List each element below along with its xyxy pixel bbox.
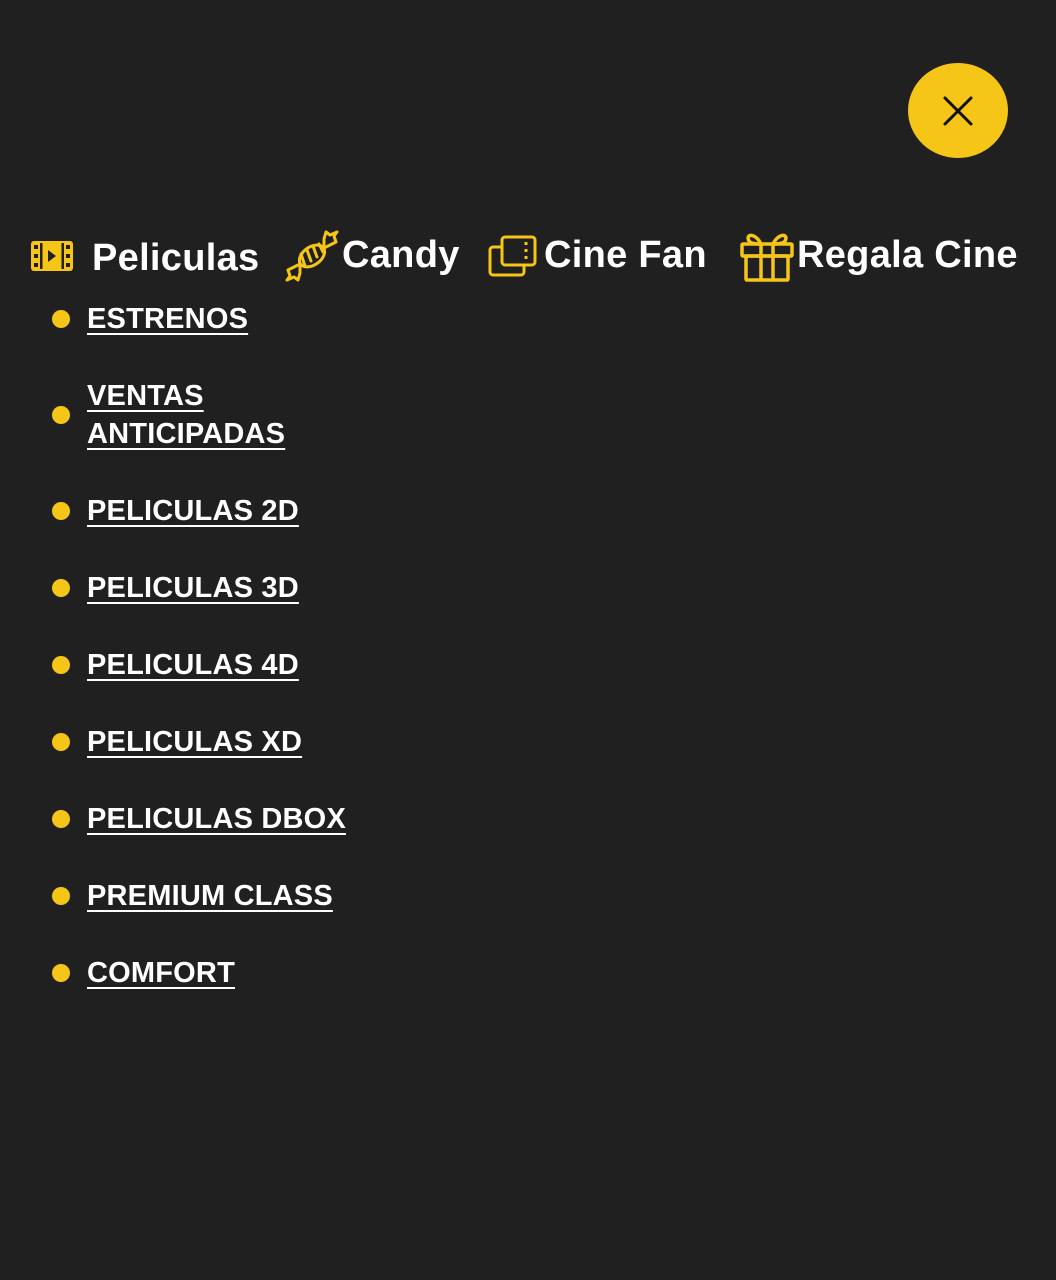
peliculas-submenu: ESTRENOS VENTAS ANTICIPADAS PELICULAS 2D… [50,300,346,1031]
link-peliculas-4d[interactable]: PELICULAS 4D [87,646,299,684]
link-peliculas-2d[interactable]: PELICULAS 2D [87,492,299,530]
main-nav: Peliculas Candy Cine Fan Regala Cine [0,226,1056,286]
film-icon [30,240,74,272]
tab-peliculas[interactable]: Peliculas [30,226,259,286]
tab-regala-cine[interactable]: Regala Cine [739,226,1018,286]
cards-icon [488,235,538,277]
bullet-dot [52,502,70,520]
link-ventas-anticipadas[interactable]: VENTAS ANTICIPADAS [87,377,327,453]
link-peliculas-dbox[interactable]: PELICULAS DBOX [87,800,346,838]
list-item: PELICULAS DBOX [50,800,346,838]
list-item: COMFORT [50,954,346,992]
tab-label: Peliculas [92,236,260,279]
list-item: PELICULAS XD [50,723,346,761]
tab-label: Candy [342,233,460,276]
bullet-dot [52,579,70,597]
close-button[interactable] [908,63,1008,158]
link-peliculas-xd[interactable]: PELICULAS XD [87,723,302,761]
candy-icon [284,230,340,282]
bullet-dot [52,810,70,828]
link-premium-class[interactable]: PREMIUM CLASS [87,877,333,915]
bullet-dot [52,887,70,905]
link-peliculas-3d[interactable]: PELICULAS 3D [87,569,299,607]
list-item: PREMIUM CLASS [50,877,346,915]
bullet-dot [52,406,70,424]
gift-icon [739,230,795,282]
list-item: VENTAS ANTICIPADAS [50,377,346,453]
bullet-dot [52,964,70,982]
tab-candy[interactable]: Candy [284,226,460,286]
bullet-dot [52,733,70,751]
bullet-dot [52,310,70,328]
link-comfort[interactable]: COMFORT [87,954,235,992]
tab-label: Cine Fan [544,233,707,276]
list-item: PELICULAS 2D [50,492,346,530]
bullet-dot [52,656,70,674]
list-item: PELICULAS 3D [50,569,346,607]
list-item: ESTRENOS [50,300,346,338]
tab-label: Regala Cine [797,233,1018,276]
list-item: PELICULAS 4D [50,646,346,684]
link-estrenos[interactable]: ESTRENOS [87,300,248,338]
close-icon [943,96,973,125]
tab-cinefan[interactable]: Cine Fan [488,226,707,286]
